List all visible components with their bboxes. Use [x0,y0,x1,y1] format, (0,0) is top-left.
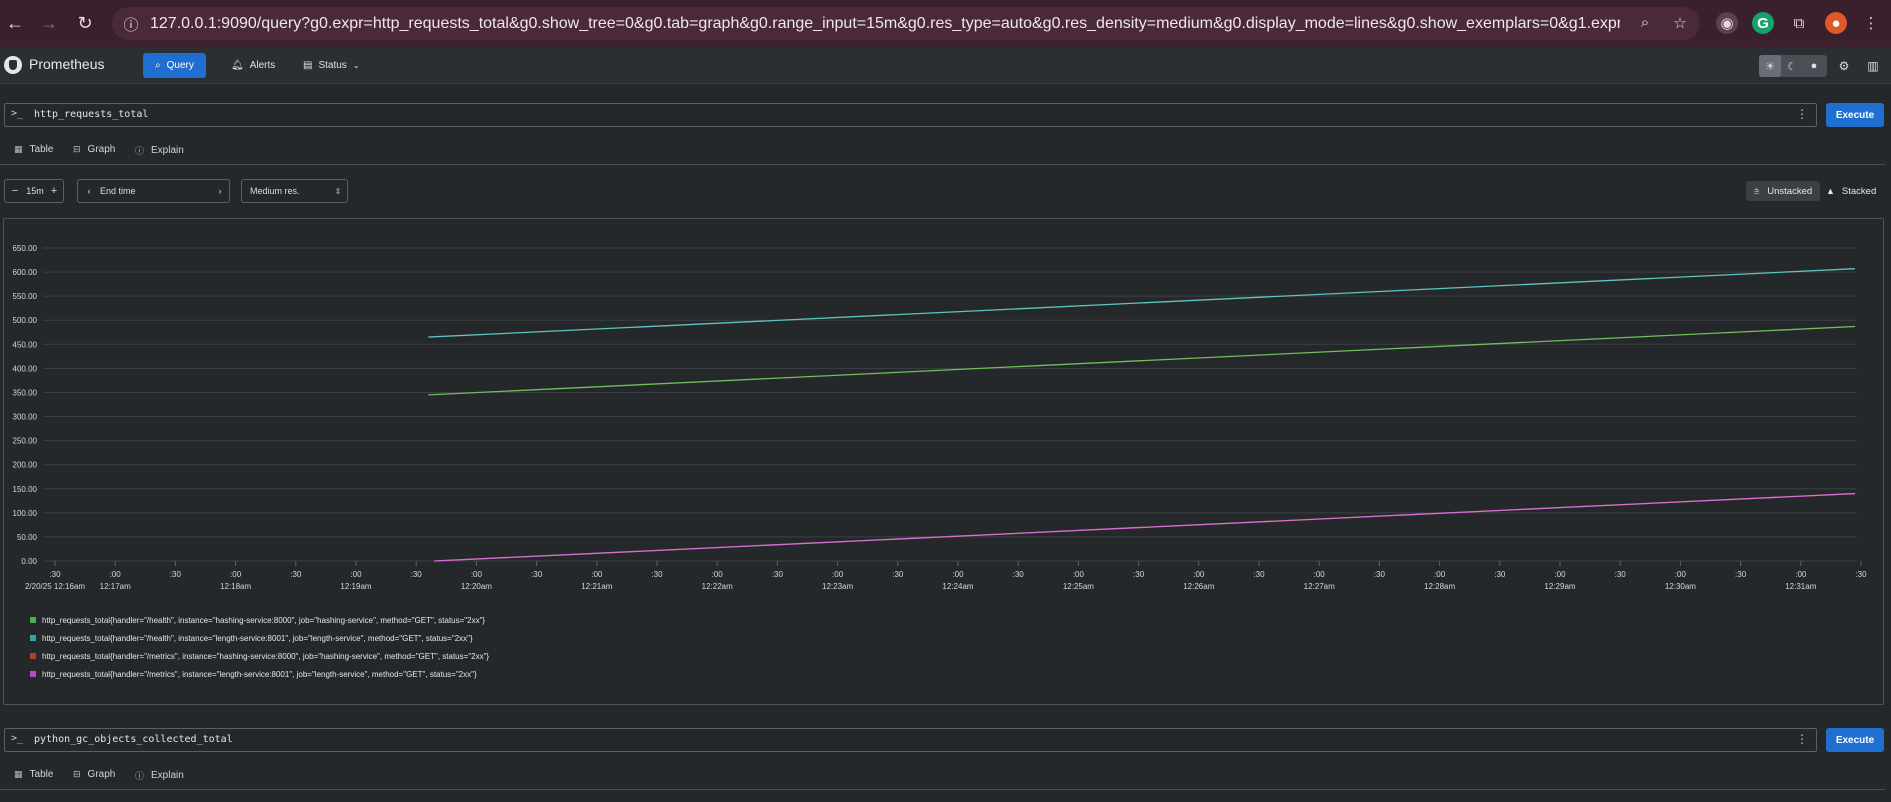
x-tick-label: :30 [1013,570,1025,579]
x-tick-time-label: 12:22am [702,582,733,591]
y-tick-label: 650.00 [13,244,38,253]
chart-legend: http_requests_total{handler="/health", i… [30,611,489,683]
y-tick-label: 200.00 [13,461,38,470]
legend-swatch [30,671,36,677]
x-tick-time-label: 12:18am [220,582,251,591]
tab-explain-2[interactable]: ⓘ Explain [135,769,184,782]
tab-table-2[interactable]: ▦ Table [14,769,53,780]
x-tick-label: :00 [110,570,122,579]
x-tick-label: :30 [1494,570,1506,579]
tab-graph-label-2: Graph [87,769,116,780]
x-tick-time-label: 12:31am [1785,582,1816,591]
x-tick-label: :00 [1073,570,1085,579]
x-tick-label: :30 [1374,570,1386,579]
x-tick-label: :30 [1253,570,1265,579]
y-tick-label: 450.00 [13,340,38,349]
y-tick-label: 350.00 [13,388,38,397]
y-tick-label: 550.00 [13,292,38,301]
x-tick-time-label: 12:27am [1304,582,1335,591]
x-tick-label: :00 [1193,570,1205,579]
x-tick-label: :30 [892,570,904,579]
info-icon: ⓘ [135,771,145,781]
expression-text-2[interactable]: python_gc_objects_collected_total [34,734,233,745]
x-tick-label: :00 [1434,570,1446,579]
x-tick-label: :00 [712,570,724,579]
x-tick-label: :30 [1133,570,1145,579]
panel-tabs-2: ▦ Table ⊟ Graph ⓘ Explain [0,762,1885,790]
x-tick-label: :00 [1675,570,1687,579]
x-tick-time-label: 12:25am [1063,582,1094,591]
x-tick-label: :30 [651,570,663,579]
expression-input-2[interactable]: >_ python_gc_objects_collected_total ⋮ [4,728,1817,752]
table-icon: ▦ [14,769,23,779]
graph-icon: ⊟ [73,769,81,779]
x-tick-label: :30 [411,570,423,579]
legend-swatch [30,653,36,659]
series-line [428,325,1856,396]
x-tick-label: :00 [350,570,362,579]
y-tick-label: 0.00 [21,557,37,566]
x-tick-time-label: 12:24am [942,582,973,591]
y-tick-label: 150.00 [13,485,38,494]
x-tick-time-label: 12:17am [100,582,131,591]
y-tick-label: 250.00 [13,437,38,446]
expression-menu-icon-2[interactable]: ⋮ [1796,732,1808,746]
x-tick-time-label: 12:26am [1183,582,1214,591]
legend-swatch [30,617,36,623]
legend-label: http_requests_total{handler="/metrics", … [42,669,477,679]
tab-explain-label-2: Explain [151,770,184,781]
legend-item[interactable]: http_requests_total{handler="/health", i… [30,611,489,629]
y-tick-label: 600.00 [13,268,38,277]
x-tick-time-label: 12:19am [340,582,371,591]
legend-label: http_requests_total{handler="/health", i… [42,615,486,625]
legend-label: http_requests_total{handler="/health", i… [42,633,473,643]
execute-button-2[interactable]: Execute [1826,728,1884,752]
x-tick-time-label: 12:23am [822,582,853,591]
x-tick-time-label: 12:29am [1544,582,1575,591]
y-tick-label: 400.00 [13,364,38,373]
x-tick-time-label: 12:28am [1424,582,1455,591]
y-tick-label: 50.00 [17,533,38,542]
x-tick-label: :00 [230,570,242,579]
x-tick-label: :00 [832,570,844,579]
x-tick-label: :30 [531,570,543,579]
y-tick-label: 100.00 [13,509,38,518]
x-tick-label: :30 [1855,570,1867,579]
x-tick-label: :00 [1554,570,1566,579]
x-tick-label: :30 [1615,570,1627,579]
x-tick-label: :00 [591,570,603,579]
x-tick-label: :30 [772,570,784,579]
legend-label: http_requests_total{handler="/metrics", … [42,651,490,661]
x-tick-time-label: 12:20am [461,582,492,591]
y-tick-label: 300.00 [13,413,38,422]
series-line [428,268,1856,338]
x-tick-label: :30 [290,570,302,579]
y-tick-label: 500.00 [13,316,38,325]
x-tick-label: :30 [1735,570,1747,579]
x-tick-label: :30 [170,570,182,579]
legend-item[interactable]: http_requests_total{handler="/health", i… [30,629,489,647]
legend-item[interactable]: http_requests_total{handler="/metrics", … [30,665,489,683]
tab-table-label-2: Table [29,769,54,780]
x-tick-label: :00 [1314,570,1326,579]
x-tick-time-label: 12:21am [581,582,612,591]
x-tick-label: :30 [49,570,61,579]
series-line [434,492,1856,562]
x-tick-label: :00 [471,570,483,579]
tab-graph-2[interactable]: ⊟ Graph [73,769,115,780]
x-tick-label: :00 [952,570,964,579]
legend-swatch [30,635,36,641]
x-tick-time-label: 2/20/25 12:16am [25,582,85,591]
legend-item[interactable]: http_requests_total{handler="/metrics", … [30,647,489,665]
prompt-icon-2: >_ [11,733,24,744]
x-tick-label: :00 [1795,570,1807,579]
x-tick-time-label: 12:30am [1665,582,1696,591]
